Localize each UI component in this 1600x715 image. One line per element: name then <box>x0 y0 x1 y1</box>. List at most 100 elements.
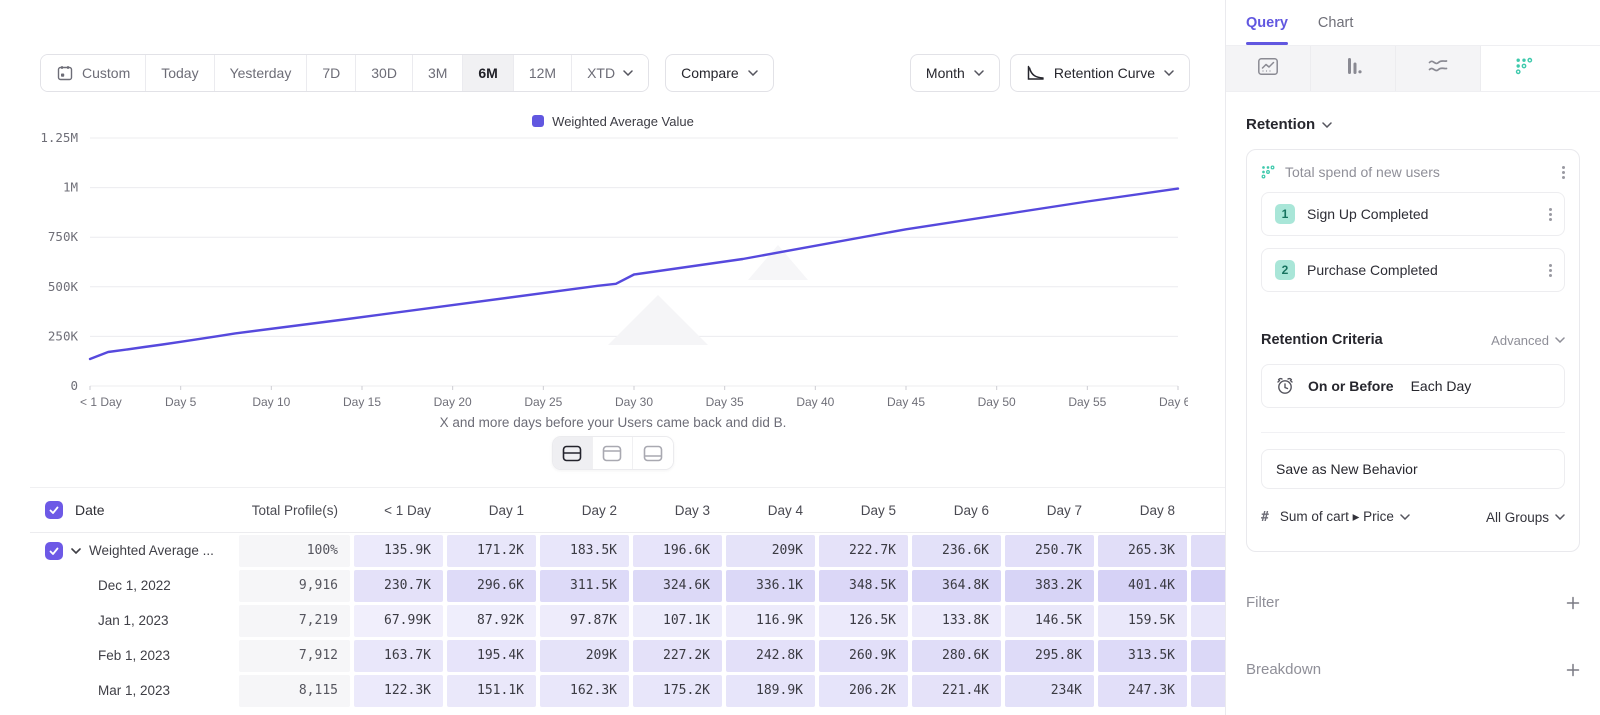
add-breakdown-button[interactable] <box>1566 663 1580 677</box>
header-total-profiles: Total Profile(s) <box>237 503 352 518</box>
main-panel: Custom Today Yesterday 7D 30D 3M 6M 12M … <box>0 0 1225 715</box>
kebab-menu-icon[interactable] <box>1562 171 1565 174</box>
retention-value-cell: 401.4K <box>1098 570 1187 602</box>
total-profiles-cell: 100% <box>239 535 350 567</box>
retention-value-cell: 313.5K <box>1098 640 1187 672</box>
step-number-badge: 2 <box>1275 260 1295 280</box>
tab-flows[interactable] <box>1396 46 1481 91</box>
row-checkbox[interactable] <box>45 542 63 560</box>
header-day-2: Day 2 <box>538 503 631 518</box>
tab-funnels[interactable] <box>1311 46 1396 91</box>
retention-value-cell: 151.1K <box>447 675 536 707</box>
retention-value-cell: 175.2K <box>633 675 722 707</box>
range-6m-active[interactable]: 6M <box>463 55 513 91</box>
select-all-checkbox[interactable] <box>45 501 63 519</box>
range-3m[interactable]: 3M <box>413 55 463 91</box>
row-label: Feb 1, 2023 <box>45 648 170 663</box>
chart-svg: 0250K500K750K1M1.25M< 1 DayDay 5Day 10Da… <box>38 132 1188 414</box>
chevron-down-icon <box>748 70 758 76</box>
date-cell: Mar 1, 2023 <box>30 673 237 708</box>
funnel-bars-icon <box>1343 56 1363 81</box>
tab-query[interactable]: Query <box>1246 0 1288 45</box>
tab-retention-active[interactable] <box>1481 46 1566 91</box>
total-profiles-cell: 9,916 <box>239 570 350 602</box>
layout-table-bottom-button[interactable] <box>633 437 673 469</box>
behavior-card: Total spend of new users 1 Sign Up Compl… <box>1246 149 1580 552</box>
range-custom[interactable]: Custom <box>41 55 146 91</box>
range-today[interactable]: Today <box>146 55 214 91</box>
legend-item[interactable]: Weighted Average Value <box>38 110 1188 132</box>
svg-text:Day 40: Day 40 <box>796 395 834 409</box>
add-filter-button[interactable] <box>1566 596 1580 610</box>
retention-cell-overflow <box>1191 605 1225 637</box>
numeric-property-icon: # <box>1261 510 1269 525</box>
table-row[interactable]: Dec 1, 20229,916230.7K296.6K311.5K324.6K… <box>30 568 1225 603</box>
retention-value-cell: 311.5K <box>540 570 629 602</box>
save-as-new-behavior-button[interactable]: Save as New Behavior <box>1261 449 1565 489</box>
step-number-badge: 1 <box>1275 204 1295 224</box>
retention-value-cell: 324.6K <box>633 570 722 602</box>
all-groups-dropdown[interactable]: All Groups <box>1486 510 1565 525</box>
table-row[interactable]: Feb 1, 20237,912163.7K195.4K209K227.2K24… <box>30 638 1225 673</box>
measure-dropdown[interactable]: Sum of cart ▸ Price <box>1280 509 1410 525</box>
layout-chart-and-table-button[interactable] <box>553 437 593 469</box>
kebab-menu-icon[interactable] <box>1549 213 1552 216</box>
row-expander-chevron-icon[interactable] <box>71 548 81 554</box>
svg-text:Day 55: Day 55 <box>1068 395 1106 409</box>
svg-text:Day 20: Day 20 <box>434 395 472 409</box>
alarm-clock-icon <box>1275 376 1295 396</box>
retention-value-cell: 348.5K <box>819 570 908 602</box>
retention-value-cell: 336.1K <box>726 570 815 602</box>
svg-text:Day 60: Day 60 <box>1159 395 1188 409</box>
retention-value-cell: 159.5K <box>1098 605 1187 637</box>
range-xtd[interactable]: XTD <box>572 55 648 91</box>
range-12m[interactable]: 12M <box>514 55 572 91</box>
date-cell: Dec 1, 2022 <box>30 568 237 603</box>
table-row[interactable]: Jan 1, 20237,21967.99K87.92K97.87K107.1K… <box>30 603 1225 638</box>
table-header-row: Date Total Profile(s) < 1 Day Day 1 Day … <box>30 487 1225 533</box>
retention-value-cell: 122.3K <box>354 675 443 707</box>
retention-value-cell: 260.9K <box>819 640 908 672</box>
kebab-menu-icon[interactable] <box>1549 269 1552 272</box>
retention-chart: Weighted Average Value 0250K500K750K1M1.… <box>38 110 1188 430</box>
step-label: Sign Up Completed <box>1307 206 1428 222</box>
table-row[interactable]: Mar 1, 20238,115122.3K151.1K162.3K175.2K… <box>30 673 1225 708</box>
granularity-dropdown[interactable]: Month <box>910 54 1000 92</box>
tab-chart[interactable]: Chart <box>1318 0 1353 45</box>
retention-value-cell: 280.6K <box>912 640 1001 672</box>
date-range-segmented-control: Custom Today Yesterday 7D 30D 3M 6M 12M … <box>40 54 649 92</box>
retention-value-cell: 107.1K <box>633 605 722 637</box>
tab-insights[interactable] <box>1226 46 1311 91</box>
step-label: Purchase Completed <box>1307 262 1438 278</box>
table-row[interactable]: Weighted Average ...100%135.9K171.2K183.… <box>30 533 1225 568</box>
range-yesterday[interactable]: Yesterday <box>215 55 308 91</box>
criteria-title: Retention Criteria <box>1261 332 1383 348</box>
retention-value-cell: 67.99K <box>354 605 443 637</box>
svg-text:500K: 500K <box>48 279 79 294</box>
compare-button[interactable]: Compare <box>665 54 774 92</box>
criteria-mode-dropdown[interactable]: Advanced <box>1491 333 1565 348</box>
retention-cell-overflow <box>1191 570 1225 602</box>
breakdown-section: Breakdown <box>1246 661 1580 678</box>
step-1-sign-up-completed[interactable]: 1 Sign Up Completed <box>1261 192 1565 236</box>
chart-type-dropdown[interactable]: Retention Curve <box>1010 54 1190 92</box>
sidebar-tabbar: Query Chart <box>1226 0 1600 46</box>
retention-value-cell: 383.2K <box>1005 570 1094 602</box>
header-day-8: Day 8 <box>1096 503 1189 518</box>
retention-value-cell: 162.3K <box>540 675 629 707</box>
range-7d[interactable]: 7D <box>307 55 356 91</box>
range-30d[interactable]: 30D <box>356 55 413 91</box>
retention-section-dropdown[interactable]: Retention <box>1246 116 1580 133</box>
total-profiles-cell: 7,219 <box>239 605 350 637</box>
step-2-purchase-completed[interactable]: 2 Purchase Completed <box>1261 248 1565 292</box>
retention-cell-overflow <box>1191 640 1225 672</box>
svg-text:Day 5: Day 5 <box>165 395 197 409</box>
svg-text:1M: 1M <box>63 180 78 195</box>
retention-dots-icon <box>1261 165 1275 179</box>
breakdown-label: Breakdown <box>1246 661 1321 678</box>
svg-text:Day 50: Day 50 <box>978 395 1016 409</box>
header-day-6: Day 6 <box>910 503 1003 518</box>
criteria-condition-row[interactable]: On or Before Each Day <box>1261 364 1565 408</box>
svg-text:0: 0 <box>70 378 78 393</box>
layout-chart-top-button[interactable] <box>593 437 633 469</box>
